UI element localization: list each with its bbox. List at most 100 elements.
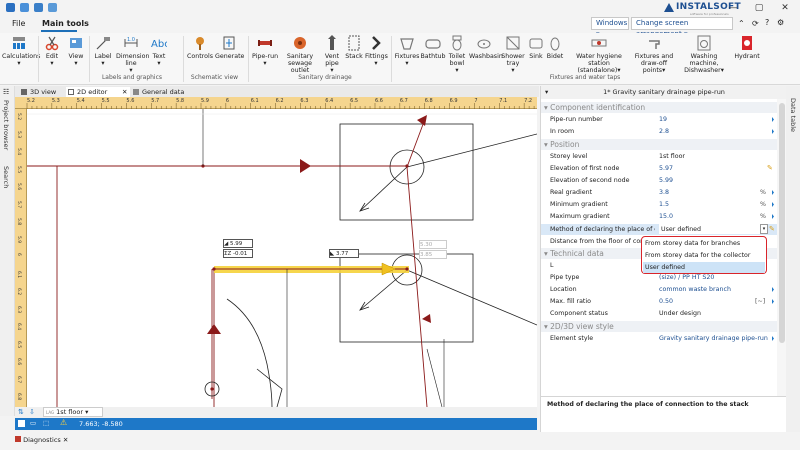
washing-machine-button[interactable]: Washing machine, Dishwasher▾ [678, 35, 730, 74]
row-elevation-first-node[interactable]: Elevation of first node 5.97 ✎ [541, 163, 777, 174]
link-icon[interactable] [767, 116, 775, 123]
row-method-of-declaring[interactable]: Method of declaring the place of conn Us… [541, 224, 777, 235]
row-real-gradient[interactable]: Real gradient 3.8 % [541, 187, 777, 198]
row-maximum-gradient[interactable]: Maximum gradient 15.0 % [541, 211, 777, 222]
method-dropdown-list[interactable]: From storey data for branches From store… [641, 236, 767, 274]
pin-icon[interactable]: ☷ [3, 88, 9, 96]
link-icon[interactable] [767, 213, 775, 220]
drawing-canvas[interactable]: ◢ 5.99 ΣZ -0.01 ◣ 3.77 5.30 3.85 [27, 109, 537, 407]
row-element-style[interactable]: Element style Gravity sanitary drainage p… [541, 333, 777, 344]
row-minimum-gradient[interactable]: Minimum gradient 1.5 % [541, 199, 777, 210]
dimension-label-3b[interactable]: 3.85 [419, 250, 447, 259]
layout-icon[interactable] [18, 420, 25, 427]
hydrant-button[interactable]: Hydrant [732, 35, 762, 60]
row-max-fill-ratio[interactable]: Max. fill ratio 0.50 [~] [541, 296, 777, 307]
row-elevation-second-node[interactable]: Elevation of second node 5.99 [541, 175, 777, 186]
restore-button[interactable]: ▢ [746, 1, 772, 15]
screen-arrangement-dropdown[interactable]: Change screen arrangement ▾ [631, 17, 733, 38]
tab-3d-view[interactable]: 3D view [19, 87, 65, 97]
option-user-defined[interactable]: User defined [643, 262, 765, 273]
dimension-label-1b[interactable]: ΣZ -0.01 [223, 249, 253, 258]
tab-diagnostics[interactable]: Diagnostics ✕ [15, 436, 68, 444]
water-hygiene-station-button[interactable]: Water hygiene station (standalone)▾ [567, 35, 631, 74]
row-in-room[interactable]: In room 2.8 [541, 126, 777, 137]
method-select[interactable]: User defined [659, 224, 767, 234]
link-icon[interactable] [767, 128, 775, 135]
fixtures-draw-off-points-button[interactable]: Fixtures and draw-off points▾ [632, 35, 676, 74]
save-as-icon[interactable] [48, 3, 57, 12]
row-pipe-run-number[interactable]: Pipe-run number 19 [541, 114, 777, 125]
generate-button[interactable]: Generate [215, 35, 244, 60]
settings-icon[interactable]: ⚙ [777, 18, 784, 27]
option-storey-collector[interactable]: From storey data for the collector [643, 250, 765, 261]
storey-up-icon[interactable]: ⇅ [18, 408, 24, 416]
collapse-all-icon[interactable]: ▾ [545, 86, 548, 99]
shower-tray-button[interactable]: Shower tray ▾ [500, 35, 526, 74]
vent-pipe-button[interactable]: Vent pipe ▾ [321, 35, 343, 74]
dimension-label-2[interactable]: ◣ 3.77 [329, 249, 359, 258]
dimension-label-3a[interactable]: 5.30 [419, 240, 447, 249]
pipe-run-button[interactable]: Pipe-run ▾ [251, 35, 279, 67]
close-button[interactable]: ✕ [772, 1, 798, 15]
open-icon[interactable] [20, 3, 29, 12]
storey-down-icon[interactable]: ⇩ [29, 408, 35, 416]
tab-2d-editor[interactable]: 2D editor ✕ [66, 87, 130, 97]
dimension-label-1a[interactable]: ◢ 5.99 [223, 239, 253, 248]
controls-button[interactable]: Controls [186, 35, 214, 60]
ribbon-collapse-icon[interactable]: ⌃ [738, 19, 745, 28]
section-view-style[interactable]: ▾ 2D/3D view style [541, 321, 777, 332]
option-storey-branches[interactable]: From storey data for branches [643, 238, 765, 249]
refresh-icon[interactable]: ⟳ [752, 19, 759, 28]
close-tab-icon[interactable]: ✕ [122, 87, 127, 97]
row-location[interactable]: Location common waste branch [541, 284, 777, 295]
stack-button[interactable]: Stack [344, 35, 364, 60]
tab-project-browser[interactable]: Project browser [2, 100, 10, 150]
tab-general-data[interactable]: General data [131, 87, 191, 97]
bidet-button[interactable]: Bidet [545, 35, 565, 60]
bathtub-button[interactable]: Bathtub [420, 35, 446, 60]
label-button[interactable]: Label ▾ [92, 35, 114, 67]
fixtures-button[interactable]: Fixtures ▾ [394, 35, 420, 67]
toilet-bowl-button[interactable]: Toilet bowl ▾ [446, 35, 468, 74]
help-icon[interactable]: ? [765, 18, 769, 27]
dimension-line-button[interactable]: 1.0 Dimension line ▾ [116, 35, 149, 74]
save-icon[interactable] [34, 3, 43, 12]
storey-select[interactable]: LAG 1st floor ▾ [43, 407, 103, 417]
pencil-icon[interactable]: ✎ [769, 224, 775, 235]
pencil-icon[interactable]: ✎ [767, 163, 773, 174]
sanitary-sewage-outlet-button[interactable]: Sanitary sewage outlet [281, 35, 319, 74]
link-icon[interactable] [767, 298, 775, 305]
sink-button[interactable]: Sink [527, 35, 545, 60]
drawing-svg[interactable] [27, 109, 537, 407]
text-button[interactable]: Abc Text ▾ [148, 35, 170, 67]
chevron-down-icon[interactable]: ▾ [760, 224, 768, 234]
section-component-identification[interactable]: ▾ Component identification [541, 102, 777, 113]
ruler-h-label: 6.4 [325, 98, 334, 104]
windows-dropdown[interactable]: Windows ▾ [591, 17, 629, 38]
calculations-button[interactable]: Calculations ▾ [2, 35, 40, 67]
tab-search[interactable]: Search [2, 166, 10, 188]
menu-main-tools[interactable]: Main tools [42, 19, 89, 28]
grid-icon[interactable]: ▭ [30, 419, 36, 427]
section-position[interactable]: ▾ Position [541, 139, 777, 150]
fixture-outline-upper[interactable] [339, 123, 474, 221]
view-button[interactable]: View ▾ [65, 35, 87, 67]
fittings-button[interactable]: Fittings ▾ [365, 35, 388, 67]
scrollbar-thumb[interactable] [779, 103, 785, 343]
link-icon[interactable] [767, 201, 775, 208]
link-icon[interactable] [767, 189, 775, 196]
menu-file[interactable]: File [12, 19, 25, 28]
edit-button[interactable]: Edit ▾ [41, 35, 63, 67]
3d-view-icon [21, 89, 27, 95]
warning-icon[interactable]: ⚠ [60, 418, 67, 427]
row-component-status[interactable]: Component status Under design [541, 308, 777, 319]
snap-icon[interactable]: ⬚ [43, 419, 49, 427]
washbasin-button[interactable]: Washbasin [469, 35, 503, 60]
tab-data-table[interactable]: Data table [789, 98, 797, 132]
minimize-button[interactable]: — [720, 1, 746, 15]
link-icon[interactable] [767, 286, 775, 293]
selected-pipe-run[interactable] [214, 266, 409, 273]
row-storey-level[interactable]: Storey level 1st floor [541, 151, 777, 162]
link-icon[interactable] [767, 335, 775, 342]
title-bar: INSTALSOFT software for professionals — … [0, 0, 800, 16]
